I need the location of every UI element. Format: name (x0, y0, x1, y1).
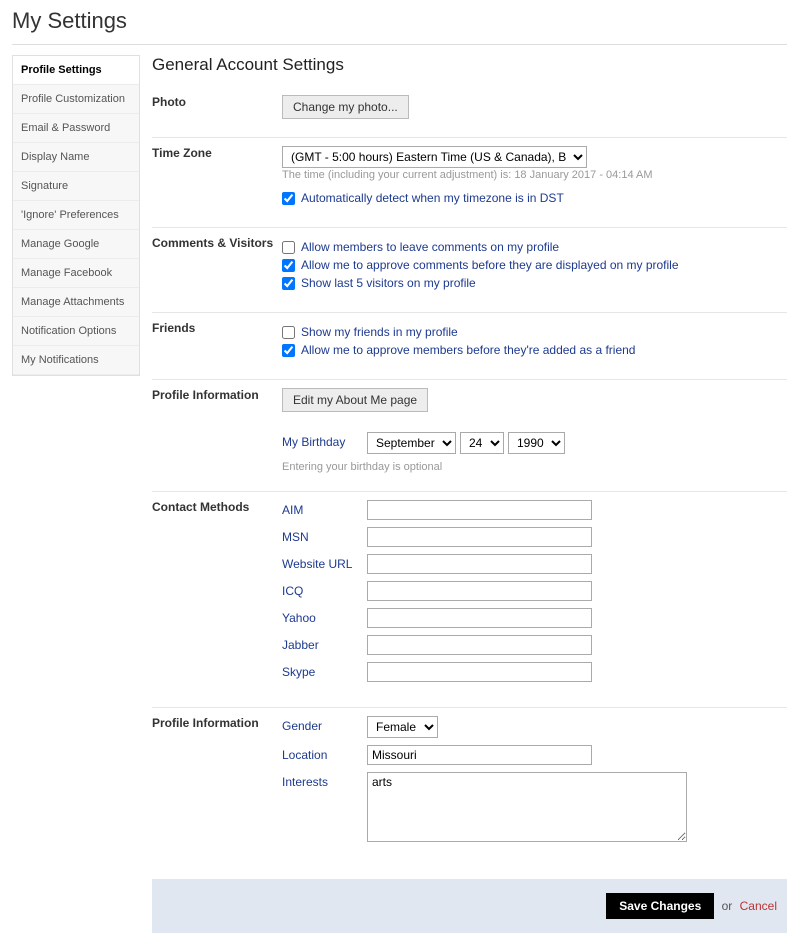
sidebar-item-email-password[interactable]: Email & Password (13, 114, 139, 143)
sidebar-item-manage-attachments[interactable]: Manage Attachments (13, 288, 139, 317)
dst-label[interactable]: Automatically detect when my timezone is… (301, 191, 564, 205)
divider (12, 44, 787, 45)
timezone-label: Time Zone (152, 146, 282, 160)
icq-input[interactable] (367, 581, 592, 601)
save-changes-button[interactable]: Save Changes (606, 893, 714, 919)
sidebar-item-profile-settings[interactable]: Profile Settings (13, 56, 139, 85)
show-visitors-checkbox[interactable] (282, 277, 295, 290)
footer-bar: Save Changes or Cancel (152, 879, 787, 933)
approve-friends-label[interactable]: Allow me to approve members before they'… (301, 343, 635, 357)
friends-label: Friends (152, 321, 282, 335)
gender-label[interactable]: Gender (282, 716, 367, 733)
location-label[interactable]: Location (282, 745, 367, 762)
profile-info2-label: Profile Information (152, 716, 282, 730)
interests-textarea[interactable] (367, 772, 687, 842)
yahoo-input[interactable] (367, 608, 592, 628)
sidebar-item-ignore-preferences[interactable]: 'Ignore' Preferences (13, 201, 139, 230)
show-friends-checkbox[interactable] (282, 326, 295, 339)
msn-input[interactable] (367, 527, 592, 547)
skype-input[interactable] (367, 662, 592, 682)
timezone-select[interactable]: (GMT - 5:00 hours) Eastern Time (US & Ca… (282, 146, 587, 168)
sidebar-item-profile-customization[interactable]: Profile Customization (13, 85, 139, 114)
msn-label[interactable]: MSN (282, 527, 367, 544)
cancel-link[interactable]: Cancel (740, 899, 777, 913)
show-friends-label[interactable]: Show my friends in my profile (301, 325, 458, 339)
sidebar-item-signature[interactable]: Signature (13, 172, 139, 201)
edit-about-button[interactable]: Edit my About Me page (282, 388, 428, 412)
birthday-day-select[interactable]: 24 (460, 432, 504, 454)
allow-comments-label[interactable]: Allow members to leave comments on my pr… (301, 240, 559, 254)
location-input[interactable] (367, 745, 592, 765)
approve-comments-label[interactable]: Allow me to approve comments before they… (301, 258, 679, 272)
show-visitors-label[interactable]: Show last 5 visitors on my profile (301, 276, 476, 290)
sidebar-item-my-notifications[interactable]: My Notifications (13, 346, 139, 375)
approve-friends-checkbox[interactable] (282, 344, 295, 357)
interests-label[interactable]: Interests (282, 772, 367, 789)
aim-input[interactable] (367, 500, 592, 520)
contact-methods-label: Contact Methods (152, 500, 282, 514)
website-url-input[interactable] (367, 554, 592, 574)
sidebar-item-manage-google[interactable]: Manage Google (13, 230, 139, 259)
jabber-label[interactable]: Jabber (282, 635, 367, 652)
sidebar-item-manage-facebook[interactable]: Manage Facebook (13, 259, 139, 288)
website-url-label[interactable]: Website URL (282, 554, 367, 571)
birthday-label[interactable]: My Birthday (282, 432, 367, 449)
birthday-month-select[interactable]: September (367, 432, 456, 454)
gender-select[interactable]: Female (367, 716, 438, 738)
yahoo-label[interactable]: Yahoo (282, 608, 367, 625)
section-title: General Account Settings (152, 55, 787, 75)
allow-comments-checkbox[interactable] (282, 241, 295, 254)
page-title: My Settings (12, 8, 787, 34)
birthday-year-select[interactable]: 1990 (508, 432, 565, 454)
dst-checkbox[interactable] (282, 192, 295, 205)
photo-label: Photo (152, 95, 282, 109)
approve-comments-checkbox[interactable] (282, 259, 295, 272)
timezone-hint: The time (including your current adjustm… (282, 169, 787, 181)
profile-info-label: Profile Information (152, 388, 282, 402)
settings-sidebar: Profile Settings Profile Customization E… (12, 55, 140, 376)
aim-label[interactable]: AIM (282, 500, 367, 517)
footer-or: or (722, 899, 733, 913)
birthday-hint: Entering your birthday is optional (282, 461, 787, 473)
sidebar-item-display-name[interactable]: Display Name (13, 143, 139, 172)
sidebar-item-notification-options[interactable]: Notification Options (13, 317, 139, 346)
icq-label[interactable]: ICQ (282, 581, 367, 598)
skype-label[interactable]: Skype (282, 662, 367, 679)
change-photo-button[interactable]: Change my photo... (282, 95, 409, 119)
comments-label: Comments & Visitors (152, 236, 282, 250)
jabber-input[interactable] (367, 635, 592, 655)
